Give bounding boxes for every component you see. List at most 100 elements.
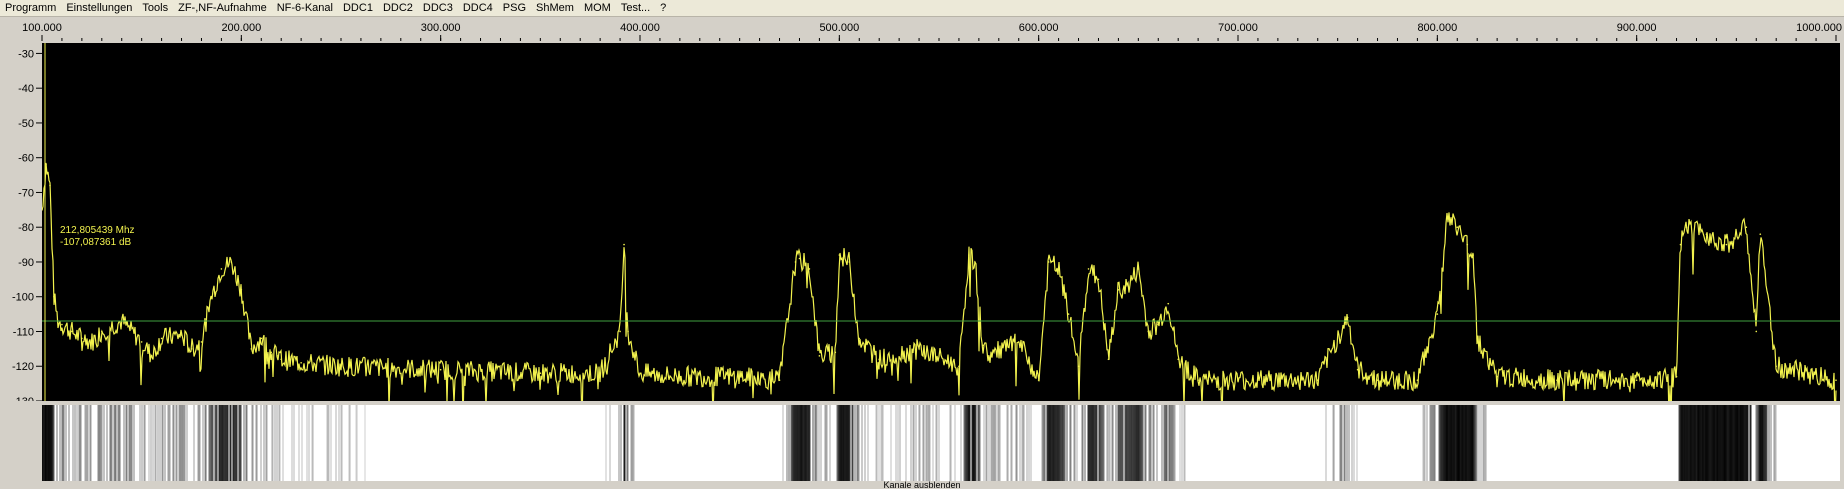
spectrum-point bbox=[91, 341, 93, 343]
spectrum-point bbox=[53, 295, 55, 298]
spectrum-point bbox=[808, 268, 811, 270]
spectrum-point bbox=[738, 375, 741, 378]
spectrum-point bbox=[1356, 368, 1359, 371]
menu-item-tools[interactable]: Tools bbox=[137, 0, 173, 16]
menu-item-psg[interactable]: PSG bbox=[498, 0, 531, 16]
spectrum-point bbox=[49, 184, 51, 187]
spectrum-point bbox=[1157, 323, 1160, 326]
spectrum-point bbox=[220, 268, 223, 270]
spectrum-point bbox=[627, 330, 629, 333]
spectrum-point bbox=[1167, 302, 1170, 305]
menu-item-mom[interactable]: MOM bbox=[579, 0, 616, 16]
spectrum-point bbox=[300, 361, 302, 364]
spectrum-point bbox=[270, 351, 273, 354]
spectrum-point bbox=[61, 323, 63, 326]
spectrum-point bbox=[623, 243, 625, 246]
menu-item-[interactable]: ? bbox=[655, 0, 671, 16]
spectrum-point bbox=[240, 288, 243, 291]
spectrum-point bbox=[679, 375, 681, 378]
level-tick-label: -60 bbox=[18, 153, 34, 165]
spectrum-point bbox=[1037, 379, 1040, 381]
status-bar: Kanale ausblenden bbox=[0, 481, 1844, 489]
level-tick-label: -100 bbox=[12, 292, 34, 304]
spectrum-point bbox=[439, 368, 442, 371]
menu-item-ddc3[interactable]: DDC3 bbox=[418, 0, 458, 16]
menu-item-ddc1[interactable]: DDC1 bbox=[338, 0, 378, 16]
spectrum-point bbox=[539, 372, 542, 374]
level-tick-label: -80 bbox=[18, 222, 34, 234]
level-tick-label: -30 bbox=[18, 48, 34, 60]
menu-item-zf-nf-aufnahme[interactable]: ZF-,NF-Aufnahme bbox=[173, 0, 272, 16]
freq-tick-label: 400.000 bbox=[620, 22, 660, 34]
spectrum-point bbox=[1107, 358, 1110, 361]
spectrum-point bbox=[1097, 278, 1100, 281]
menu-item-shmem[interactable]: ShMem bbox=[531, 0, 579, 16]
spectrum-point bbox=[160, 337, 163, 340]
spectrum-point bbox=[1067, 313, 1070, 315]
level-tick-label: -110 bbox=[13, 326, 34, 338]
spectrum-point bbox=[1476, 337, 1478, 340]
freq-tick-label: 700.000 bbox=[1218, 22, 1258, 34]
spectrum-point bbox=[848, 261, 851, 263]
spectrum-trace-layer bbox=[42, 162, 1837, 401]
spectrum-point bbox=[1705, 233, 1708, 235]
menu-bar: Programm Einstellungen Tools ZF-,NF-Aufnahm… bbox=[0, 0, 1844, 17]
spectrum-point bbox=[1087, 268, 1090, 270]
freq-tick-label: 900.000 bbox=[1617, 22, 1657, 34]
freq-tick-label: 100.000 bbox=[22, 22, 62, 34]
spectrum-point bbox=[260, 337, 263, 340]
spectrum-point bbox=[818, 355, 821, 357]
menu-item-ddc2[interactable]: DDC2 bbox=[378, 0, 418, 16]
spectrum-point bbox=[1177, 358, 1179, 361]
spectrum-point bbox=[1456, 226, 1459, 229]
spectrum-point bbox=[988, 355, 990, 357]
spectrum-point bbox=[918, 348, 920, 350]
spectrum-point bbox=[180, 334, 183, 336]
spectrum-point bbox=[778, 379, 781, 381]
spectrum-point bbox=[1679, 243, 1682, 246]
spectrum-plot[interactable]: 212,805439 Mhz -107,087361 dB bbox=[42, 43, 1840, 401]
spectrum-point bbox=[200, 341, 203, 343]
menu-item-test[interactable]: Test... bbox=[616, 0, 655, 16]
spectrum-point bbox=[340, 365, 342, 368]
spectrum-point bbox=[1346, 316, 1349, 319]
spectrum-point bbox=[1017, 341, 1020, 343]
spectrum-point bbox=[958, 365, 960, 368]
level-tick-label: -130 bbox=[12, 396, 34, 401]
menu-item-ddc4[interactable]: DDC4 bbox=[458, 0, 498, 16]
level-tick-label: -120 bbox=[12, 361, 34, 373]
spectrum-point bbox=[639, 372, 641, 374]
spectrum-point bbox=[1725, 243, 1728, 246]
waterfall-display[interactable] bbox=[42, 405, 1840, 481]
spectrum-point bbox=[1685, 226, 1688, 229]
spectrum-point bbox=[71, 330, 73, 333]
spectrum-point bbox=[1775, 365, 1777, 368]
spectrum-point bbox=[1237, 379, 1239, 381]
level-tick-label: -40 bbox=[18, 83, 34, 95]
status-text: Kanale ausblenden bbox=[883, 481, 961, 489]
menu-item-programm[interactable]: Programm bbox=[0, 0, 61, 16]
freq-tick-label: 1000.000 bbox=[1796, 22, 1842, 34]
spectrum-point bbox=[1117, 288, 1120, 291]
spectrum-point bbox=[1496, 375, 1498, 378]
spectrum-point bbox=[968, 254, 970, 256]
spectrum-point bbox=[81, 337, 83, 340]
freq-tick-label: 600.000 bbox=[1019, 22, 1059, 34]
menu-item-einstellungen[interactable]: Einstellungen bbox=[61, 0, 137, 16]
frequency-axis: 100.000 200.000 300.000 400.000 500.000 600.0… bbox=[22, 22, 1842, 41]
spectrum-point bbox=[1835, 379, 1837, 381]
spectrum-point bbox=[190, 348, 193, 350]
spectrum-point bbox=[599, 372, 601, 374]
menu-item-nf-6-kanal[interactable]: NF-6-Kanal bbox=[272, 0, 338, 16]
spectrum-point bbox=[1745, 226, 1748, 229]
level-tick-label: -90 bbox=[18, 257, 34, 269]
spectrum-point bbox=[834, 351, 837, 354]
spectrum-point bbox=[1436, 313, 1439, 315]
level-tick-label: -50 bbox=[18, 118, 34, 130]
spectrum-point bbox=[1675, 375, 1678, 378]
spectrum-point bbox=[794, 261, 797, 263]
freq-tick-label: 200.000 bbox=[221, 22, 261, 34]
spectrum-point bbox=[1077, 365, 1080, 368]
spectrum-point bbox=[1635, 379, 1638, 381]
spectrum-point bbox=[101, 330, 103, 333]
